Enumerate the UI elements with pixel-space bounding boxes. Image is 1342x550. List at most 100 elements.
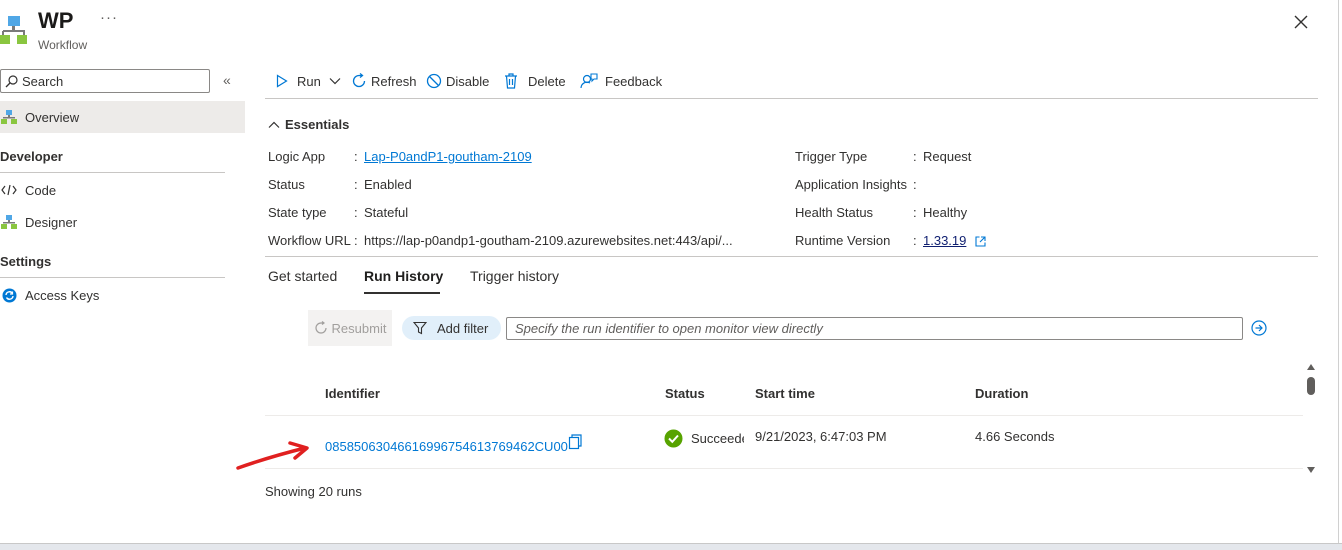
colon: : <box>913 205 917 220</box>
sidebar-item-access-keys[interactable]: Access Keys <box>0 279 245 311</box>
runtime-version-label: Runtime Version <box>795 233 891 248</box>
workflow-url-value[interactable]: https://lap-p0andp1-goutham-2109.azurewe… <box>364 233 764 248</box>
delete-button[interactable]: Delete <box>504 72 566 90</box>
disable-label: Disable <box>446 73 490 89</box>
feedback-label: Feedback <box>605 73 663 89</box>
toolbar-divider <box>265 98 1318 99</box>
column-header-identifier[interactable]: Identifier <box>325 386 380 401</box>
run-button[interactable]: Run <box>276 72 347 90</box>
app-insights-label: Application Insights <box>795 177 908 192</box>
run-identifier-link[interactable]: 08585063046616996754613769462CU00 <box>325 439 568 454</box>
colon: : <box>913 149 917 164</box>
delete-label: Delete <box>528 73 566 89</box>
colon: : <box>354 205 358 220</box>
sidebar-search[interactable] <box>0 69 210 93</box>
filter-icon <box>413 321 427 335</box>
trigger-type-label: Trigger Type <box>795 149 868 164</box>
essentials-divider <box>265 256 1318 257</box>
runtime-version-link[interactable]: 1.33.19 <box>923 233 966 248</box>
state-type-label: State type <box>268 205 327 220</box>
colon: : <box>354 149 358 164</box>
trigger-type-value: Request <box>923 149 972 164</box>
designer-icon <box>1 215 17 229</box>
access-keys-icon <box>2 288 16 302</box>
sidebar-item-label: Code <box>25 182 57 198</box>
disable-button[interactable]: Disable <box>426 72 489 90</box>
page-title: WP <box>38 8 74 33</box>
health-status-label: Health Status <box>795 205 874 220</box>
arrow-right-circle-icon[interactable] <box>1251 320 1267 336</box>
column-header-start-time[interactable]: Start time <box>755 386 815 401</box>
refresh-button[interactable]: Refresh <box>351 72 417 90</box>
scroll-up-icon[interactable] <box>1305 362 1317 372</box>
tab-run-history[interactable]: Run History <box>364 268 443 284</box>
window-bottom-edge <box>0 543 1342 550</box>
resubmit-button[interactable]: Resubmit <box>308 310 392 346</box>
refresh-icon <box>352 73 366 88</box>
sidebar-item-label: Access Keys <box>25 287 100 303</box>
chevron-up-icon <box>268 121 280 128</box>
column-header-status[interactable]: Status <box>665 386 705 401</box>
sidebar-search-input[interactable] <box>22 73 202 89</box>
collapse-sidebar-button[interactable]: « <box>223 72 231 88</box>
tab-get-started[interactable]: Get started <box>268 268 337 284</box>
tab-trigger-history[interactable]: Trigger history <box>470 268 559 284</box>
run-label: Run <box>297 73 321 89</box>
close-icon[interactable] <box>1292 13 1310 31</box>
run-count-footer: Showing 20 runs <box>265 484 362 499</box>
logic-app-link[interactable]: Lap-P0andP1-goutham-2109 <box>364 149 532 164</box>
sidebar-section-developer: Developer <box>0 149 63 164</box>
code-icon <box>1 184 17 196</box>
status-cell: Succeeded <box>664 428 744 448</box>
scroll-down-icon[interactable] <box>1305 465 1317 475</box>
refresh-label: Refresh <box>371 73 417 89</box>
add-filter-button[interactable]: Add filter <box>402 316 501 340</box>
sidebar-item-label: Overview <box>25 109 80 125</box>
workflow-icon <box>1 110 17 124</box>
essentials-title: Essentials <box>285 117 350 132</box>
feedback-button[interactable]: Feedback <box>580 72 662 90</box>
grid-header-divider <box>265 415 1303 416</box>
duration-cell: 4.66 Seconds <box>975 429 1055 444</box>
resubmit-label: Resubmit <box>331 320 387 336</box>
copy-icon[interactable] <box>568 434 583 450</box>
essentials-toggle[interactable]: Essentials <box>268 117 349 132</box>
colon: : <box>913 177 917 192</box>
sidebar-item-overview[interactable]: Overview <box>0 101 245 133</box>
external-link-icon[interactable] <box>975 236 986 247</box>
chevron-down-icon[interactable] <box>329 77 341 85</box>
health-status-value: Healthy <box>923 205 968 220</box>
state-type-value: Stateful <box>364 205 409 220</box>
colon: : <box>354 233 358 248</box>
trash-icon <box>505 73 517 89</box>
sidebar-item-designer[interactable]: Designer <box>0 206 245 238</box>
status-text: Succeeded <box>691 430 744 446</box>
scrollbar-thumb[interactable] <box>1307 377 1315 395</box>
run-identifier-input[interactable] <box>506 317 1243 340</box>
status-label: Status <box>268 177 305 192</box>
grid-row-divider <box>265 468 1303 469</box>
status-value: Enabled <box>364 177 412 192</box>
page-subtitle: Workflow <box>38 38 88 52</box>
sidebar-divider <box>0 277 225 278</box>
colon: : <box>913 233 917 248</box>
sidebar-item-code[interactable]: Code <box>0 174 245 206</box>
refresh-icon <box>314 321 327 334</box>
search-icon <box>5 74 18 87</box>
add-filter-label: Add filter <box>437 320 489 336</box>
start-time-cell: 9/21/2023, 6:47:03 PM <box>755 429 887 444</box>
sidebar-item-label: Designer <box>25 214 78 230</box>
success-check-icon <box>664 429 683 447</box>
logic-app-workflow-icon <box>0 16 27 44</box>
feedback-icon <box>580 73 598 89</box>
workflow-url-label: Workflow URL <box>268 233 351 248</box>
play-icon <box>276 74 288 88</box>
column-header-duration[interactable]: Duration <box>975 386 1028 401</box>
sidebar-section-settings: Settings <box>0 254 52 269</box>
colon: : <box>354 177 358 192</box>
logic-app-label: Logic App <box>268 149 326 164</box>
window-right-edge <box>1338 0 1339 543</box>
more-options-button[interactable]: ··· <box>100 9 118 26</box>
sidebar-divider <box>0 172 225 173</box>
active-tab-indicator <box>364 292 440 294</box>
